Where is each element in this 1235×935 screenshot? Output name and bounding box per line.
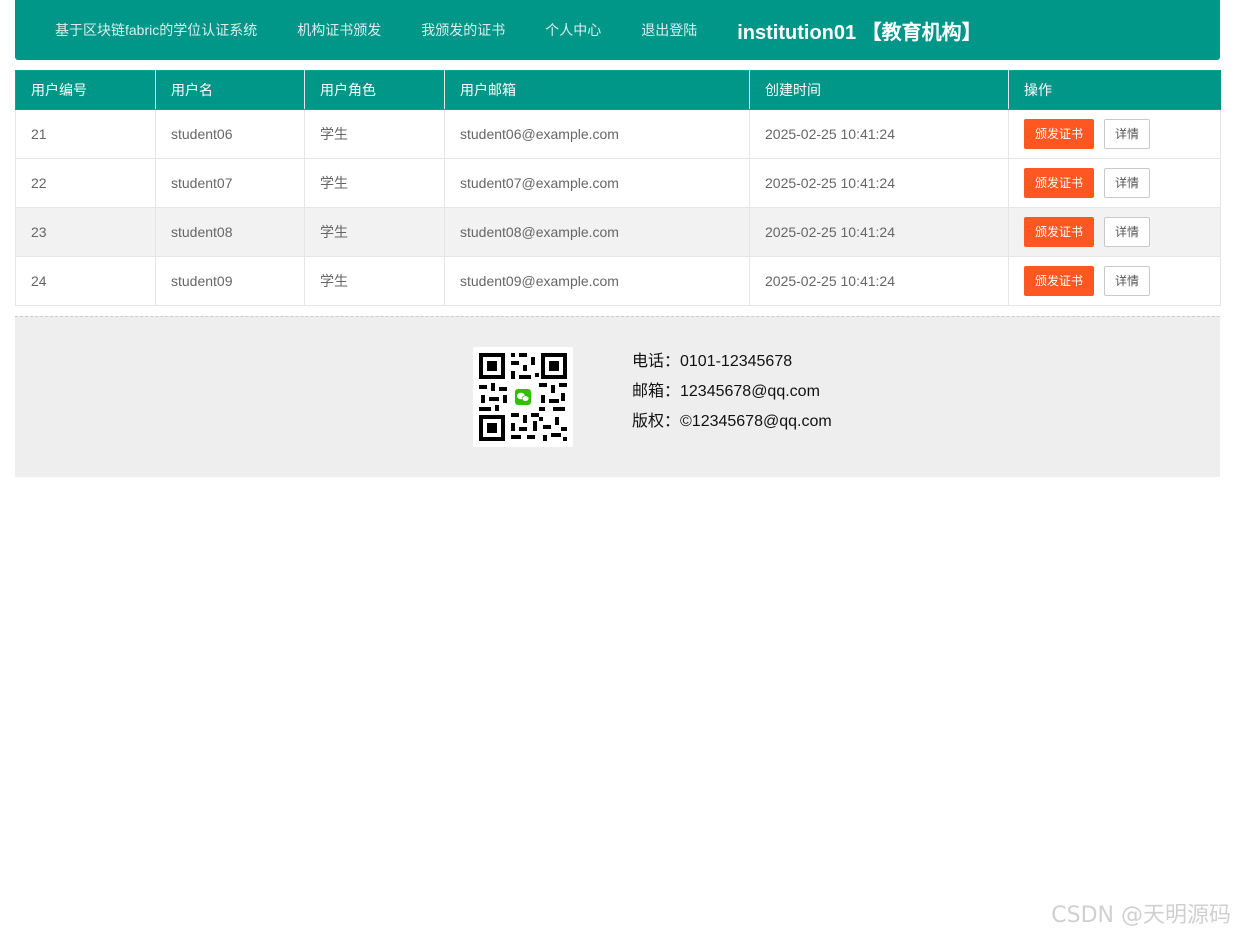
contact-copyright: 版权：©12345678@qq.com — [632, 413, 832, 430]
column-header-username: 用户名 — [155, 70, 305, 110]
cell-actions: 颁发证书 详情 — [1008, 158, 1221, 208]
cell-created-time: 2025-02-25 10:41:24 — [749, 207, 1009, 257]
table-row: 22 student07 学生 student07@example.com 20… — [15, 158, 1221, 208]
contact-email: 邮箱：12345678@qq.com — [632, 383, 820, 400]
issue-certificate-button[interactable]: 颁发证书 — [1024, 119, 1095, 149]
detail-button[interactable]: 详情 — [1104, 266, 1151, 296]
cell-created-time: 2025-02-25 10:41:24 — [749, 109, 1009, 159]
cell-username: student07 — [155, 158, 305, 208]
column-header-user-id: 用户编号 — [15, 70, 156, 110]
contact-phone: 电话：0101-12345678 — [632, 353, 793, 370]
nav-personal-center[interactable]: 个人中心 — [545, 0, 601, 60]
cell-email: student07@example.com — [444, 158, 750, 208]
column-header-email: 用户邮箱 — [444, 70, 750, 110]
nav-issue-certificate[interactable]: 机构证书颁发 — [297, 0, 381, 60]
column-header-role: 用户角色 — [304, 70, 445, 110]
table-header-row: 用户编号 用户名 用户角色 用户邮箱 创建时间 操作 — [15, 70, 1221, 110]
cell-email: student06@example.com — [444, 109, 750, 159]
detail-button[interactable]: 详情 — [1104, 217, 1151, 247]
watermark-text: CSDN @天明源码 — [1051, 903, 1231, 928]
cell-username: student09 — [155, 256, 305, 306]
column-header-actions: 操作 — [1008, 70, 1221, 110]
cell-user-id: 22 — [15, 158, 156, 208]
cell-actions: 颁发证书 详情 — [1008, 207, 1221, 257]
cell-created-time: 2025-02-25 10:41:24 — [749, 158, 1009, 208]
cell-role: 学生 — [304, 256, 445, 306]
issue-certificate-button[interactable]: 颁发证书 — [1024, 217, 1095, 247]
cell-actions: 颁发证书 详情 — [1008, 109, 1221, 159]
cell-role: 学生 — [304, 158, 445, 208]
cell-user-id: 21 — [15, 109, 156, 159]
contact-info: 电话：0101-12345678 邮箱：12345678@qq.com 版权：©… — [632, 347, 832, 437]
cell-actions: 颁发证书 详情 — [1008, 256, 1221, 306]
detail-button[interactable]: 详情 — [1104, 119, 1151, 149]
nav-my-issued-certificates[interactable]: 我颁发的证书 — [421, 0, 505, 60]
issue-certificate-button[interactable]: 颁发证书 — [1024, 168, 1095, 198]
cell-username: student06 — [155, 109, 305, 159]
nav-brand-link[interactable]: 基于区块链fabric的学位认证系统 — [55, 0, 257, 60]
table-row: 21 student06 学生 student06@example.com 20… — [15, 109, 1221, 159]
cell-user-id: 23 — [15, 207, 156, 257]
table-row: 23 student08 学生 student08@example.com 20… — [15, 207, 1221, 257]
detail-button[interactable]: 详情 — [1104, 168, 1151, 198]
wechat-qr-code-icon — [473, 347, 573, 447]
cell-role: 学生 — [304, 109, 445, 159]
table-row: 24 student09 学生 student09@example.com 20… — [15, 256, 1221, 306]
user-table: 用户编号 用户名 用户角色 用户邮箱 创建时间 操作 21 student06 … — [15, 70, 1221, 306]
cell-email: student08@example.com — [444, 207, 750, 257]
cell-created-time: 2025-02-25 10:41:24 — [749, 256, 1009, 306]
cell-email: student09@example.com — [444, 256, 750, 306]
top-navbar: 基于区块链fabric的学位认证系统 机构证书颁发 我颁发的证书 个人中心 退出… — [15, 0, 1220, 60]
issue-certificate-button[interactable]: 颁发证书 — [1024, 266, 1095, 296]
nav-logout[interactable]: 退出登陆 — [641, 0, 697, 60]
page-footer: 电话：0101-12345678 邮箱：12345678@qq.com 版权：©… — [15, 316, 1220, 477]
cell-role: 学生 — [304, 207, 445, 257]
current-user-label: institution01 【教育机构】 — [737, 21, 982, 44]
cell-username: student08 — [155, 207, 305, 257]
cell-user-id: 24 — [15, 256, 156, 306]
column-header-created-time: 创建时间 — [749, 70, 1009, 110]
